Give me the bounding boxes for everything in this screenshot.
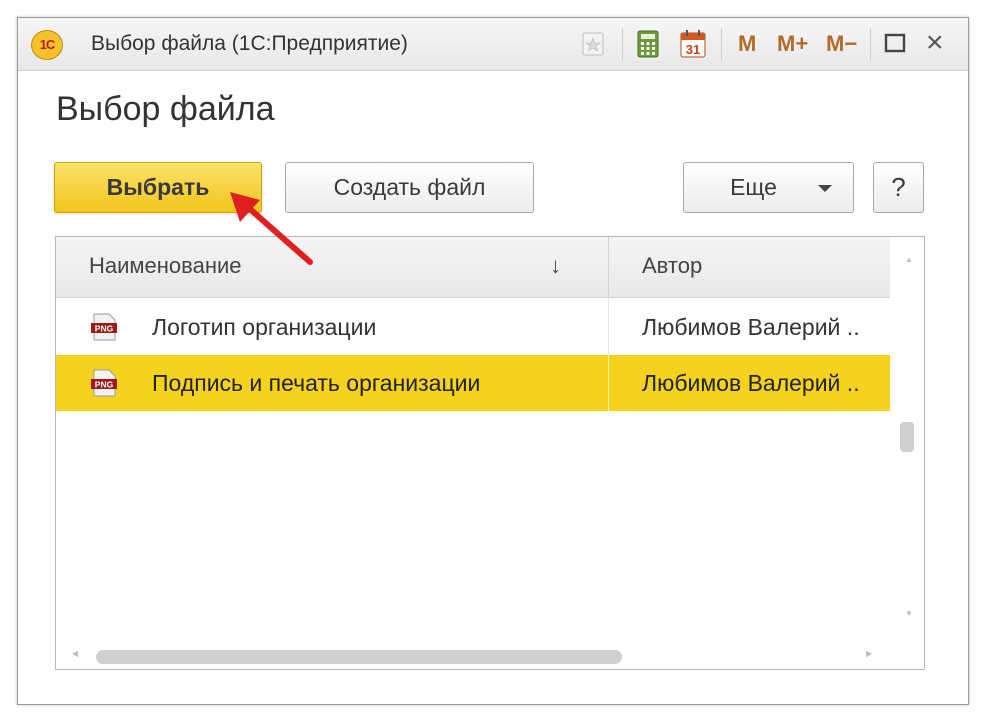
window-titlebar: 1С Выбор файла (1С:Предприятие) 31 M M+ … — [18, 18, 968, 71]
column-divider — [608, 299, 609, 355]
horizontal-scroll-thumb[interactable] — [96, 650, 622, 664]
png-file-icon: PNG — [91, 313, 117, 341]
vertical-scroll-thumb[interactable] — [900, 422, 914, 452]
column-divider — [608, 355, 609, 411]
column-header-name[interactable]: Наименование — [89, 237, 242, 295]
more-menu-button[interactable]: Еще — [683, 162, 854, 213]
window-title: Выбор файла (1С:Предприятие) — [91, 32, 408, 55]
calculator-icon[interactable] — [637, 30, 659, 58]
file-selection-window: 1С Выбор файла (1С:Предприятие) 31 M M+ … — [17, 17, 969, 705]
toolbar-separator — [622, 28, 623, 60]
annotation-arrow-icon — [230, 192, 313, 265]
svg-text:PNG: PNG — [95, 380, 114, 390]
png-file-icon: PNG — [91, 369, 117, 397]
column-divider[interactable] — [608, 237, 609, 297]
file-author: Любимов Валерий .. — [642, 314, 860, 340]
vertical-scrollbar[interactable]: ▲ ▼ — [896, 237, 924, 669]
favorites-icon[interactable] — [581, 30, 605, 58]
memory-add-button[interactable]: M+ — [777, 28, 808, 60]
page-title: Выбор файла — [56, 90, 275, 128]
maximize-icon[interactable] — [884, 32, 906, 54]
calendar-icon[interactable]: 31 — [680, 30, 706, 58]
file-author: Любимов Валерий .. — [642, 370, 860, 396]
toolbar-separator — [870, 28, 871, 60]
toolbar-separator — [721, 28, 722, 60]
svg-text:PNG: PNG — [95, 324, 114, 334]
sort-down-icon[interactable]: ↓ — [550, 237, 561, 295]
more-menu-label: Еще — [730, 174, 777, 200]
table-header: Наименование ↓ Автор — [56, 237, 890, 298]
help-button[interactable]: ? — [873, 162, 924, 213]
close-icon[interactable]: × — [926, 24, 944, 62]
app-logo-icon[interactable]: 1С — [31, 30, 63, 60]
table-row-selected[interactable]: PNG Подпись и печать организации Любимов… — [56, 355, 890, 411]
memory-store-button[interactable]: M — [738, 28, 756, 60]
horizontal-scrollbar[interactable]: ◀ ▶ — [56, 642, 896, 669]
scroll-left-icon[interactable]: ◀ — [72, 649, 78, 658]
file-name: Подпись и печать организации — [152, 370, 481, 396]
column-header-author[interactable]: Автор — [642, 237, 702, 295]
memory-subtract-button[interactable]: M− — [826, 28, 857, 60]
file-name: Логотип организации — [152, 314, 377, 340]
file-list-table: Наименование ↓ Автор PNG Логотип организ… — [55, 236, 925, 670]
create-file-button[interactable]: Создать файл — [285, 162, 534, 213]
calendar-day: 31 — [686, 42, 700, 57]
scroll-up-icon[interactable]: ▲ — [905, 255, 913, 264]
table-row[interactable]: PNG Логотип организации Любимов Валерий … — [56, 299, 890, 355]
scroll-right-icon[interactable]: ▶ — [866, 649, 872, 658]
chevron-down-icon — [818, 185, 832, 192]
scroll-down-icon[interactable]: ▼ — [905, 609, 913, 618]
